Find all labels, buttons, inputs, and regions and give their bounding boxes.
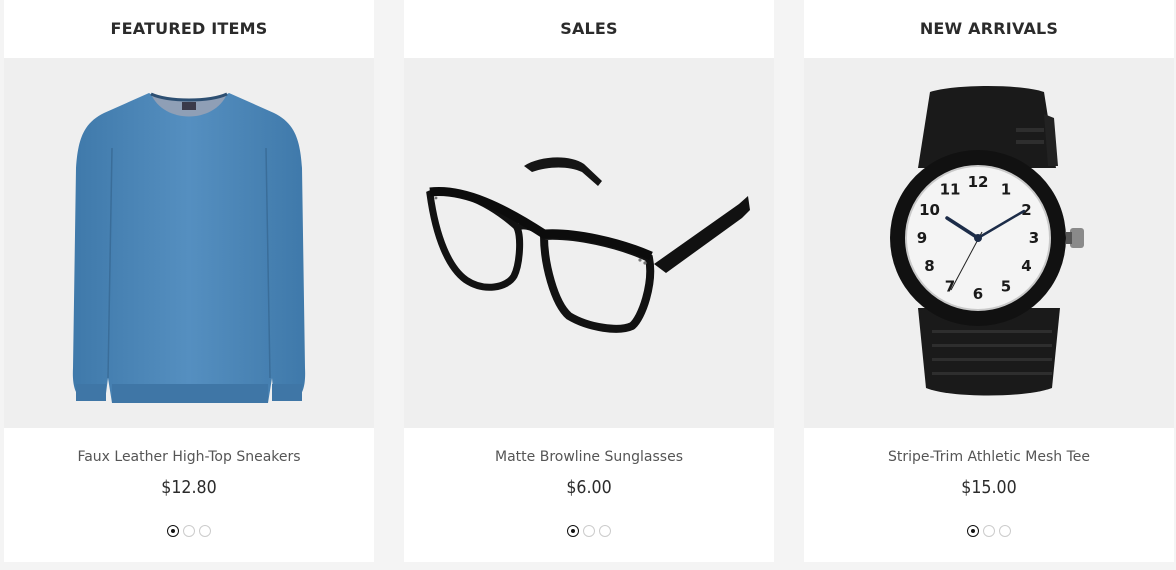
slider-dot-1[interactable]: [567, 525, 579, 537]
product-image-link[interactable]: 12 1 2 3 4 5 6 7 8 9 10 11: [804, 58, 1174, 428]
product-price: $12.80: [161, 477, 217, 498]
watch-numeral: 4: [1021, 257, 1031, 275]
product-name[interactable]: Matte Browline Sunglasses: [404, 448, 774, 466]
watch-numeral: 5: [1001, 278, 1011, 296]
watch-numeral: 8: [924, 257, 934, 275]
watch-numeral: 2: [1021, 201, 1031, 219]
new-arrivals-panel: NEW ARRIVALS 12 12 3 45678 9 1011: [804, 0, 1174, 562]
product-name[interactable]: Stripe-Trim Athletic Mesh Tee: [804, 448, 1174, 466]
sales-title: SALES: [560, 19, 618, 38]
featured-items-title: FEATURED ITEMS: [110, 19, 268, 38]
slider-dot-1[interactable]: [967, 525, 979, 537]
product-price: $15.00: [961, 477, 1017, 498]
slider-dot-2[interactable]: [983, 525, 995, 537]
watch-numeral: 6: [973, 285, 983, 303]
watch-numeral: 10: [919, 201, 940, 219]
watch-numeral: 12: [968, 173, 989, 191]
slider-dot-3[interactable]: [199, 525, 211, 537]
slider-pagination: [4, 525, 374, 537]
watch-numeral: 3: [1029, 229, 1039, 247]
slider-dot-2[interactable]: [583, 525, 595, 537]
watch-numeral: 1: [1001, 181, 1011, 199]
slider-dot-2[interactable]: [183, 525, 195, 537]
product-name[interactable]: Faux Leather High-Top Sneakers: [4, 448, 374, 466]
product-image-link[interactable]: [4, 58, 374, 428]
product-image-link[interactable]: [404, 58, 774, 428]
sales-panel: SALES Matte Browline Sunglasses $6.00: [404, 0, 774, 562]
new-arrivals-title: NEW ARRIVALS: [919, 19, 1059, 38]
featured-items-panel: FEATURED ITEMS Faux Leather High-Top Sne…: [4, 0, 374, 562]
black-wristwatch-image: 12 12 3 45678 9 1011: [890, 86, 1084, 396]
slider-dot-3[interactable]: [999, 525, 1011, 537]
watch-numeral: 7: [945, 278, 955, 296]
black-glasses-image: [426, 157, 750, 333]
blue-sweater-image: [72, 92, 306, 403]
product-price: $6.00: [566, 477, 612, 498]
slider-dot-3[interactable]: [599, 525, 611, 537]
watch-numeral: 9: [917, 229, 927, 247]
slider-pagination: [404, 525, 774, 537]
slider-pagination: [804, 525, 1174, 537]
slider-dot-1[interactable]: [167, 525, 179, 537]
watch-numeral: 11: [940, 181, 961, 199]
